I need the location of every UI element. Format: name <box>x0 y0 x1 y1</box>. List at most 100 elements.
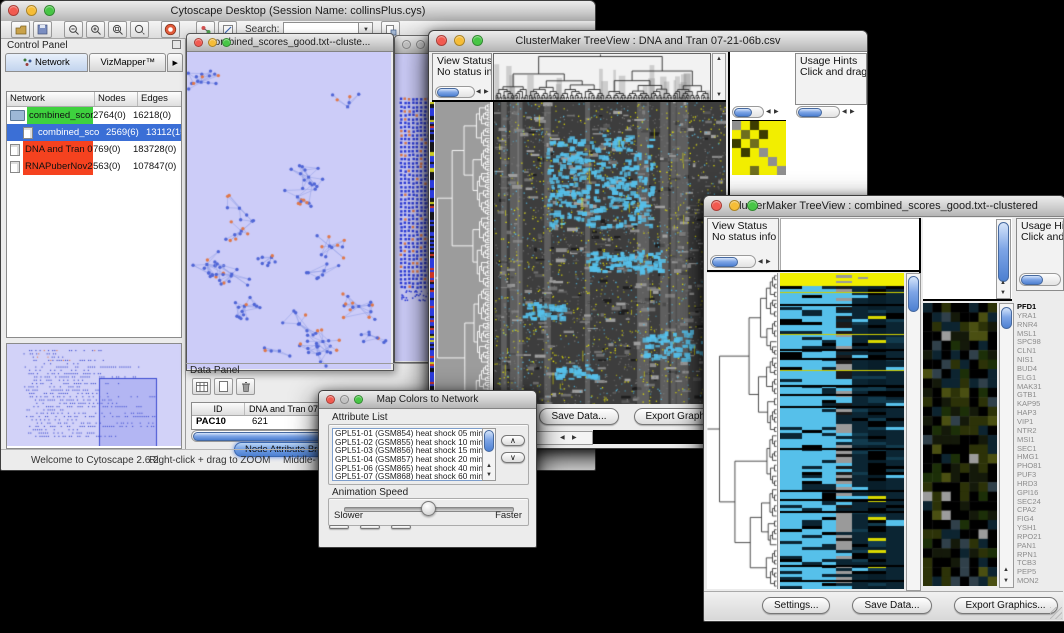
attribute-item[interactable]: GPL51-07 (GSM868) heat shock 60 min <box>333 472 483 481</box>
close-button[interactable] <box>8 5 19 16</box>
close-button[interactable] <box>436 35 447 46</box>
network1-title: combined_scores_good.txt--cluste... <box>210 37 371 48</box>
tv2-footer: Settings... Save Data... Export Graphics..… <box>704 591 1063 620</box>
tv1-row-dendrogram[interactable] <box>435 102 490 424</box>
network-row[interactable]: DNA and Tran 07 769(0) 183728(0) <box>7 141 181 158</box>
tv2-col-labels-vscroll[interactable]: ▲ ▼ <box>996 219 1011 299</box>
scroll-right-icon[interactable]: ▶ <box>850 109 855 115</box>
birdseye-canvas[interactable] <box>7 344 181 446</box>
tv2-status-scroll[interactable] <box>710 255 756 268</box>
tv2-heatmap-vscroll[interactable] <box>906 273 921 591</box>
scroll-right-icon[interactable]: ▶ <box>774 109 779 115</box>
window-controls <box>8 5 55 16</box>
scroll-left-icon[interactable]: ◀ <box>766 109 771 115</box>
tv2-zoom-vscroll[interactable]: ▲ ▼ <box>999 303 1014 588</box>
tv2-col-labels-panel: ▲ ▼ <box>923 218 1012 301</box>
resize-grip[interactable] <box>1050 607 1062 619</box>
treeview-button[interactable]: Save Data... <box>852 597 931 614</box>
tv2-view-status-panel: View Status No status info f ◀ ▶ <box>707 218 779 271</box>
minimize-button[interactable] <box>454 35 465 46</box>
scroll-right-icon[interactable]: ▶ <box>766 259 771 265</box>
treeview-button[interactable]: Save Data... <box>539 408 618 425</box>
zoom-in-icon[interactable] <box>86 21 105 38</box>
tv1-status-scroll[interactable] <box>435 86 475 98</box>
network-table-header: Network Nodes Edges <box>7 92 181 107</box>
tv1-dendro-vscroll[interactable]: ▲▼ <box>712 53 726 101</box>
tv2-gene-list: PFD1YRA1RNR4MSL1SPC98CLN1NIS1BUD4ELG1MAK… <box>1017 303 1063 587</box>
faster-label: Faster <box>495 510 522 521</box>
attribute-list-label: Attribute List <box>332 412 388 423</box>
main-title-bar[interactable]: Cytoscape Desktop (Session Name: collins… <box>1 1 595 22</box>
close-button[interactable] <box>711 200 722 211</box>
save-icon[interactable] <box>33 21 52 38</box>
zoom-fit-icon[interactable] <box>108 21 127 38</box>
close-button[interactable] <box>402 40 411 49</box>
speed-slider-thumb[interactable] <box>421 501 436 516</box>
tv2-hints-scroll[interactable] <box>1019 273 1061 286</box>
move-down-button[interactable]: ∨ <box>501 452 525 463</box>
zoom-button[interactable] <box>222 38 231 47</box>
close-button[interactable] <box>326 395 335 404</box>
tv1-zoom-hscroll[interactable] <box>732 106 764 118</box>
minimize-button[interactable] <box>729 200 740 211</box>
attr-col-id[interactable]: ID <box>192 403 245 415</box>
tv1-column-dendrogram[interactable] <box>493 53 711 101</box>
tv1-zoom-heatmap[interactable] <box>732 120 786 175</box>
float-panel-icon[interactable] <box>172 36 181 54</box>
treeview1-title-bar[interactable]: ClusterMaker TreeView : DNA and Tran 07-… <box>429 31 867 52</box>
tv1-heatmap[interactable] <box>493 102 726 404</box>
view-status-text: No status info f <box>708 232 778 243</box>
network-row[interactable]: combined_scores 2764(0) 16218(0) <box>7 107 181 124</box>
dialog-button[interactable] <box>329 525 349 529</box>
minimize-button[interactable] <box>208 38 217 47</box>
tv2-row-dendrogram[interactable] <box>707 273 778 589</box>
create-attribute-icon[interactable] <box>214 378 233 395</box>
zoom-button[interactable] <box>44 5 55 16</box>
control-panel-title: Control Panel <box>7 40 68 51</box>
zoom-out-icon[interactable] <box>64 21 83 38</box>
zoom-button[interactable] <box>472 35 483 46</box>
select-attributes-icon[interactable] <box>192 378 211 395</box>
network1-title-bar[interactable]: combined_scores_good.txt--cluste... <box>187 34 393 52</box>
network-type-icon <box>23 127 33 139</box>
dialog-title-bar[interactable]: Map Colors to Network <box>319 391 536 409</box>
attribute-list-vscroll[interactable]: ▲ ▼ <box>482 428 496 481</box>
zoom-button[interactable] <box>747 200 758 211</box>
gene-label[interactable]: MON2 <box>1017 577 1063 586</box>
tv2-column-dendrogram[interactable] <box>780 218 921 271</box>
tv1-hints-scroll[interactable] <box>796 106 840 118</box>
network-row[interactable]: combined_sco 2569(6) 13112(15) <box>7 124 181 141</box>
network1-canvas[interactable] <box>187 52 391 369</box>
tab-network[interactable]: Network <box>5 53 88 72</box>
move-up-button[interactable]: ∧ <box>501 435 525 446</box>
treeview2-title: ClusterMaker TreeView : combined_scores_… <box>731 200 1038 212</box>
scroll-left-icon[interactable]: ◀ <box>476 89 481 95</box>
birdseye-view-panel[interactable] <box>6 343 182 449</box>
animation-speed-label: Animation Speed <box>332 487 408 498</box>
attribute-list: GPL51-01 (GSM854) heat shock 05 minGPL51… <box>332 428 484 481</box>
treeview-button[interactable]: Export Graphics... <box>954 597 1058 614</box>
close-button[interactable] <box>194 38 203 47</box>
delete-attribute-icon[interactable] <box>236 378 255 395</box>
network-window-1: combined_scores_good.txt--cluste... <box>186 33 394 371</box>
minimize-button[interactable] <box>26 5 37 16</box>
zoom-button[interactable] <box>354 395 363 404</box>
tab-overflow-arrow[interactable]: ▶ <box>167 53 183 72</box>
network-table-body: combined_scores 2764(0) 16218(0) combine… <box>7 107 181 175</box>
network-row[interactable]: RNAPuberNov2+ 563(0) 107847(0) <box>7 158 181 175</box>
scroll-left-icon[interactable]: ◀ <box>758 259 763 265</box>
dialog-button[interactable] <box>360 525 380 529</box>
network-type-icon <box>10 110 25 121</box>
minimize-button[interactable] <box>416 40 425 49</box>
treeview2-title-bar[interactable]: ClusterMaker TreeView : combined_scores_… <box>704 196 1064 217</box>
scroll-right-icon[interactable]: ▶ <box>484 89 489 95</box>
dialog-button[interactable] <box>391 525 411 529</box>
tab-vizmapper[interactable]: VizMapper™ <box>89 53 166 72</box>
status-zoom-hint: Right-click + drag to ZOOM <box>149 455 270 466</box>
tv2-heatmap[interactable] <box>780 273 904 589</box>
scroll-left-icon[interactable]: ◀ <box>842 109 847 115</box>
treeview-button[interactable]: Settings... <box>762 597 830 614</box>
tv2-zoom-heatmap[interactable] <box>923 303 997 586</box>
zoom-selected-icon[interactable] <box>130 21 149 38</box>
open-file-icon[interactable] <box>11 21 30 38</box>
